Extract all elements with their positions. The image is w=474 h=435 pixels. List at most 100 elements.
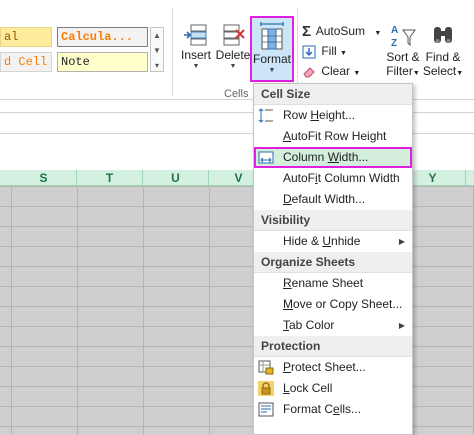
menu-item-protect-sheet[interactable]: Protect Sheet... [254,357,412,378]
format-button[interactable]: Format ▼ [250,16,294,82]
find-select-label-line2-wrap: Select▼ [421,64,465,81]
menu-item-label: utoFit Row Height [291,129,387,143]
insert-button[interactable]: Insert ▼ [178,22,214,72]
insert-dropdown-icon: ▼ [192,63,200,70]
menu-item-label: lls... [339,402,362,416]
menu-item-mnemonic: W [327,150,340,164]
sort-filter-label-line2: Filter [386,64,413,78]
menu-item-format-cells[interactable]: Format Cells... [254,399,412,420]
menu-item-label: eight... [319,108,356,122]
menu-item-rename-sheet[interactable]: Rename Sheet [254,273,412,294]
sort-filter-button[interactable]: A Z Sort & Filter▼ [384,22,422,81]
autosum-button[interactable]: Σ AutoSum ▼ [302,22,381,40]
menu-item-label: Column [283,150,328,164]
menu-item-lock-cell[interactable]: Lock Cell [254,378,412,399]
menu-item-label: t Column Width [317,171,400,185]
gallery-more-icon[interactable]: ▾ [151,58,163,73]
row-height-icon [258,108,273,123]
menu-item-mnemonic: M [283,297,293,311]
fill-label: Fill [321,44,337,58]
menu-section-cell-size: Cell Size [254,84,412,105]
style-calculation[interactable]: Calcula... [57,27,148,47]
menu-item-label: rotect Sheet... [291,360,366,374]
gallery-scroll-down-icon[interactable]: ▼ [151,43,163,58]
column-header-u[interactable]: U [143,170,209,186]
menu-section-protection: Protection [254,336,412,357]
format-dropdown-icon: ▼ [268,67,276,74]
column-header-t[interactable]: T [77,170,143,186]
insert-label: Insert [180,48,211,62]
fill-down-icon [302,45,316,59]
menu-item-mnemonic: R [283,276,292,290]
eraser-icon [303,67,315,78]
menu-item-label: AutoF [283,171,316,185]
menu-item-mnemonic: e [333,402,340,416]
format-dropdown-menu: Cell Size Row Height... AutoFit Row Heig… [253,83,413,435]
menu-item-mnemonic: U [322,234,332,248]
menu-item-column-width[interactable]: Column Width... [254,147,412,168]
clear-dropdown-icon: ▼ [353,70,361,77]
menu-item-label: nhide [331,234,361,248]
menu-section-visibility: Visibility [254,210,412,231]
insert-cells-icon [184,24,207,46]
menu-item-label: ab Color [289,318,335,332]
menu-item-hide-unhide[interactable]: Hide & Unhide ▶ [254,231,412,252]
protect-sheet-icon [258,360,274,375]
fill-dropdown-icon: ▼ [340,50,347,57]
menu-item-autofit-row-height[interactable]: AutoFit Row Height [254,126,412,147]
autosum-label: AutoSum [315,24,366,38]
menu-item-label: ename Sheet [291,276,364,290]
sort-filter-dropdown-icon: ▼ [412,70,420,77]
menu-item-mnemonic: D [283,192,292,206]
delete-dropdown-icon: ▼ [229,63,237,70]
submenu-arrow-icon: ▶ [398,321,405,330]
gallery-scroll[interactable]: ▲ ▼ ▾ [150,27,164,72]
column-width-icon [258,151,274,164]
menu-item-move-copy-sheet[interactable]: Move or Copy Sheet... [254,294,412,315]
format-cells-icon [258,402,274,417]
menu-item-label: Hide & [283,234,323,248]
fill-button[interactable]: Fill ▼ [302,42,347,60]
format-cells-ribbon-icon [260,22,284,50]
autosum-dropdown-icon: ▼ [374,30,382,37]
clear-button[interactable]: Clear ▼ [302,62,360,80]
menu-item-label: ock Cell [289,381,333,395]
cells-group-label: Cells [224,88,249,100]
menu-item-label: idth... [339,150,369,164]
delete-button[interactable]: Delete ▼ [215,22,251,72]
gallery-scroll-up-icon[interactable]: ▲ [151,28,163,43]
find-select-label-line1: Find & [425,50,461,64]
menu-item-mnemonic: A [283,129,292,143]
menu-item-autofit-column-width[interactable]: AutoFit Column Width [254,168,412,189]
sigma-icon: Σ [302,22,312,40]
style-note[interactable]: Note [57,52,148,72]
sort-filter-icon: A Z [391,25,416,49]
menu-item-label: ove or Copy Sheet... [293,297,403,311]
binoculars-icon [434,27,452,43]
svg-text:Z: Z [391,38,397,49]
column-header-s[interactable]: S [11,170,77,186]
menu-item-tab-color[interactable]: Tab Color ▶ [254,315,412,336]
svg-text:A: A [391,25,398,36]
menu-item-default-width[interactable]: Default Width... [254,189,412,210]
format-label: Format [252,52,291,66]
find-select-button[interactable]: Find & Select▼ [421,22,465,81]
menu-item-mnemonic: H [310,108,320,122]
lock-icon [258,381,274,396]
ribbon-separator [172,8,173,96]
style-neutral[interactable]: al [0,27,52,47]
clear-label: Clear [321,64,351,78]
delete-cells-icon [223,24,245,46]
sort-filter-label-line2-wrap: Filter▼ [384,64,422,81]
find-select-dropdown-icon: ▼ [456,70,464,77]
menu-item-row-height[interactable]: Row Height... [254,105,412,126]
menu-section-organize-sheets: Organize Sheets [254,252,412,273]
style-linked-cell[interactable]: d Cell [0,52,52,72]
menu-item-mnemonic: L [283,381,290,395]
menu-item-label: Row [283,108,311,122]
menu-item-mnemonic: P [283,360,292,374]
delete-label: Delete [215,48,251,62]
find-select-label-line2: Select [422,64,457,78]
menu-item-label: efault Width... [291,192,366,206]
sort-filter-label-line1: Sort & [386,50,420,64]
